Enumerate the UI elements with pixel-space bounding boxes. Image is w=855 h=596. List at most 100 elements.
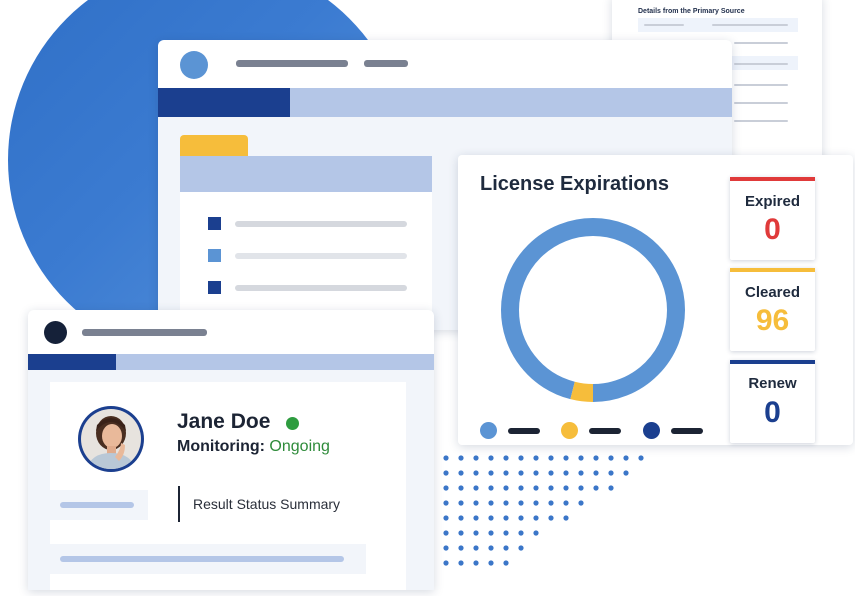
stat-accent xyxy=(730,177,815,181)
window-logo-placeholder xyxy=(44,321,67,344)
document-line xyxy=(734,42,788,44)
decorative-dot xyxy=(593,455,599,461)
progress-placeholder-line xyxy=(60,556,344,562)
decorative-dot xyxy=(443,500,449,506)
stat-value: 0 xyxy=(764,396,781,429)
decorative-dot xyxy=(488,470,494,476)
stat-value: 96 xyxy=(755,304,790,337)
folder-tab[interactable] xyxy=(180,135,248,157)
checkbox[interactable] xyxy=(208,217,221,230)
decorative-dot xyxy=(443,560,449,566)
decorative-dot xyxy=(473,485,479,491)
decorative-dot xyxy=(548,470,554,476)
stat-label: Expired xyxy=(744,193,801,210)
decorative-dot xyxy=(443,455,449,461)
decorative-dot xyxy=(488,485,494,491)
renew-stat[interactable]: Renew 0 xyxy=(730,360,815,443)
nav-active-tab[interactable] xyxy=(28,354,116,370)
decorative-dot xyxy=(578,500,584,506)
decorative-dot xyxy=(443,515,449,521)
decorative-dot xyxy=(518,545,524,551)
license-expirations-card: License Expirations Expired 0 Cleared 96… xyxy=(458,155,853,445)
decorative-dot xyxy=(533,530,539,536)
decorative-dot xyxy=(458,560,464,566)
document-line xyxy=(712,24,788,26)
summary-placeholder-box xyxy=(50,490,148,520)
decorative-dot xyxy=(533,485,539,491)
decorative-dot xyxy=(548,500,554,506)
document-line xyxy=(734,84,788,86)
decorative-dot xyxy=(488,500,494,506)
decorative-dot xyxy=(473,515,479,521)
decorative-dot xyxy=(548,515,554,521)
online-status-icon xyxy=(286,417,299,430)
decorative-dot xyxy=(533,500,539,506)
decorative-dot xyxy=(503,485,509,491)
legend-swatch-icon xyxy=(643,422,660,439)
stat-accent xyxy=(730,268,815,272)
monitoring-value: Ongoing xyxy=(269,438,330,455)
decorative-dot xyxy=(473,560,479,566)
decorative-dot xyxy=(473,455,479,461)
decorative-dot xyxy=(458,470,464,476)
card-title: License Expirations xyxy=(480,173,669,195)
decorative-dot xyxy=(473,530,479,536)
decorative-dot xyxy=(518,515,524,521)
decorative-dot xyxy=(578,455,584,461)
decorative-dot xyxy=(443,470,449,476)
monitoring-status: Monitoring: Ongoing xyxy=(177,438,330,456)
decorative-dot xyxy=(533,515,539,521)
expired-stat[interactable]: Expired 0 xyxy=(730,177,815,260)
window-subtitle-placeholder xyxy=(364,60,408,67)
decorative-dot xyxy=(518,470,524,476)
stat-label: Renew xyxy=(748,375,797,392)
decorative-dot xyxy=(608,470,614,476)
result-status-summary[interactable]: Result Status Summary xyxy=(193,496,340,512)
donut-segment-cleared xyxy=(501,218,685,402)
decorative-dot xyxy=(458,530,464,536)
chart-legend xyxy=(480,420,720,440)
decorative-dot xyxy=(623,455,629,461)
checkbox[interactable] xyxy=(208,281,221,294)
decorative-dot xyxy=(488,560,494,566)
decorative-dot xyxy=(593,470,599,476)
stat-label: Cleared xyxy=(744,284,801,301)
decorative-dot xyxy=(563,515,569,521)
decorative-dot xyxy=(458,485,464,491)
decorative-dot xyxy=(488,545,494,551)
decorative-dot xyxy=(473,545,479,551)
decorative-dot xyxy=(458,545,464,551)
checkbox[interactable] xyxy=(208,249,221,262)
document-line xyxy=(644,24,684,26)
decorative-dot xyxy=(578,470,584,476)
decorative-dot xyxy=(608,485,614,491)
decorative-dot xyxy=(458,515,464,521)
nav-bar xyxy=(28,354,434,370)
person-photo-icon xyxy=(81,409,141,469)
decorative-dot xyxy=(623,470,629,476)
decorative-dot xyxy=(518,500,524,506)
document-line xyxy=(734,102,788,104)
checklist-line xyxy=(235,253,407,259)
decorative-dot-grid xyxy=(443,455,644,566)
legend-label-placeholder xyxy=(671,428,703,434)
cleared-stat[interactable]: Cleared 96 xyxy=(730,268,815,351)
decorative-dot xyxy=(473,500,479,506)
decorative-dot xyxy=(563,455,569,461)
license-donut-chart xyxy=(501,218,685,402)
decorative-dot xyxy=(608,455,614,461)
profile-name: Jane Doe xyxy=(177,410,271,433)
decorative-dot xyxy=(503,560,509,566)
progress-placeholder-box xyxy=(50,544,366,574)
nav-active-tab[interactable] xyxy=(158,88,290,117)
decorative-dot xyxy=(443,545,449,551)
decorative-dot xyxy=(518,455,524,461)
decorative-dot xyxy=(488,455,494,461)
decorative-dot xyxy=(503,470,509,476)
decorative-dot xyxy=(533,470,539,476)
document-line xyxy=(734,63,788,65)
avatar[interactable] xyxy=(78,406,144,472)
decorative-dot xyxy=(458,455,464,461)
decorative-dot xyxy=(503,515,509,521)
decorative-dot xyxy=(503,530,509,536)
